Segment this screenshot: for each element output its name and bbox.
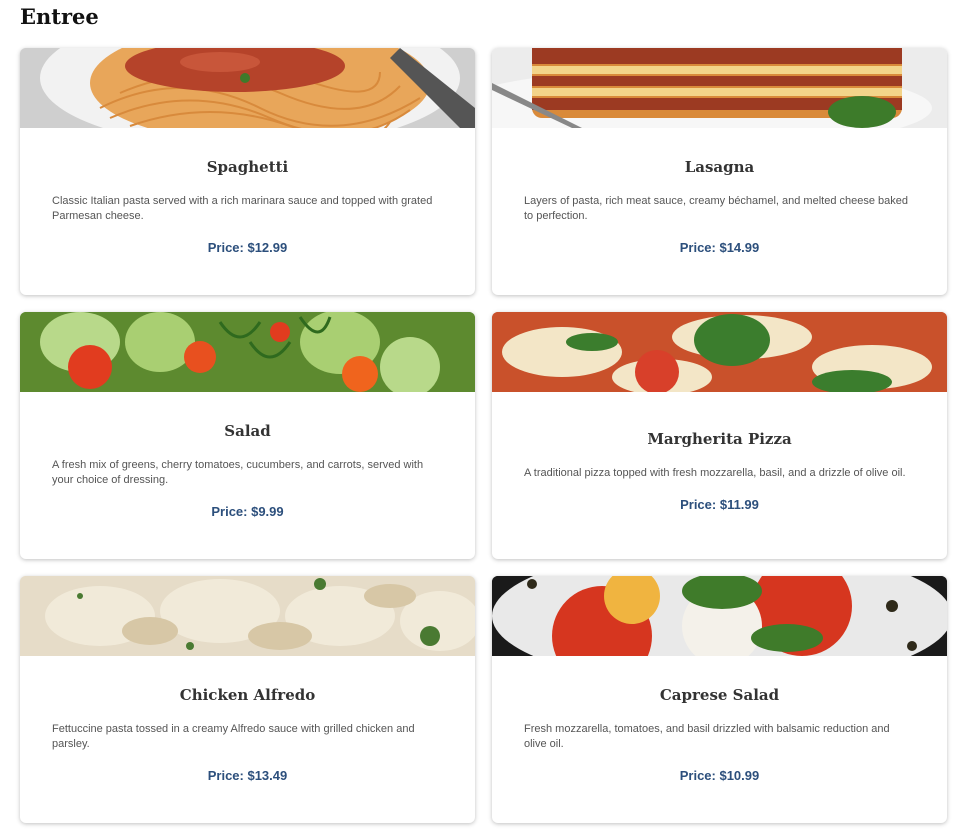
dish-name: Caprese Salad xyxy=(659,686,780,704)
dish-card[interactable]: Salad A fresh mix of greens, cherry toma… xyxy=(20,312,475,559)
dish-card[interactable]: Caprese Salad Fresh mozzarella, tomatoes… xyxy=(492,576,947,823)
dish-description: Classic Italian pasta served with a rich… xyxy=(52,195,433,222)
dish-description: Layers of pasta, rich meat sauce, creamy… xyxy=(524,195,908,222)
dish-name: Spaghetti xyxy=(206,158,289,176)
dish-price: Price: $12.99 xyxy=(207,240,288,255)
dish-card[interactable]: Lasagna Layers of pasta, rich meat sauce… xyxy=(492,48,947,295)
dish-card-body: Chicken Alfredo Fettuccine pasta tossed … xyxy=(20,656,475,823)
lasagna-photo xyxy=(492,48,947,128)
dish-card[interactable]: Margherita Pizza A traditional pizza top… xyxy=(492,312,947,559)
dish-card[interactable]: Chicken Alfredo Fettuccine pasta tossed … xyxy=(20,576,475,823)
dish-price: Price: $13.49 xyxy=(207,768,288,783)
dish-card[interactable]: Spaghetti Classic Italian pasta served w… xyxy=(20,48,475,295)
caprese-salad-photo xyxy=(492,576,947,656)
dish-description: Fettuccine pasta tossed in a creamy Alfr… xyxy=(52,723,415,750)
dish-name: Lasagna xyxy=(684,158,755,176)
dish-card-body: Margherita Pizza A traditional pizza top… xyxy=(492,392,947,559)
menu-page: Entree Spaghetti Classic Italian pasta s… xyxy=(0,0,954,833)
dish-name: Chicken Alfredo xyxy=(179,686,316,704)
dish-grid: Spaghetti Classic Italian pasta served w… xyxy=(20,48,948,823)
dish-price: Price: $14.99 xyxy=(679,240,760,255)
dish-card-body: Salad A fresh mix of greens, cherry toma… xyxy=(20,392,475,559)
dish-card-body: Spaghetti Classic Italian pasta served w… xyxy=(20,128,475,295)
dish-price: Price: $10.99 xyxy=(679,768,760,783)
chicken-alfredo-photo xyxy=(20,576,475,656)
dish-card-body: Lasagna Layers of pasta, rich meat sauce… xyxy=(492,128,947,295)
salad-photo xyxy=(20,312,475,392)
dish-description: A fresh mix of greens, cherry tomatoes, … xyxy=(52,459,424,486)
dish-description: Fresh mozzarella, tomatoes, and basil dr… xyxy=(524,723,890,750)
dish-price: Price: $9.99 xyxy=(211,504,284,519)
section-title: Entree xyxy=(20,4,99,29)
pizza-photo xyxy=(492,312,947,392)
dish-name: Salad xyxy=(224,422,271,440)
dish-description: A traditional pizza topped with fresh mo… xyxy=(524,466,906,479)
spaghetti-photo xyxy=(20,48,475,128)
dish-card-body: Caprese Salad Fresh mozzarella, tomatoes… xyxy=(492,656,947,823)
dish-price: Price: $11.99 xyxy=(680,496,759,512)
dish-name: Margherita Pizza xyxy=(647,429,792,448)
